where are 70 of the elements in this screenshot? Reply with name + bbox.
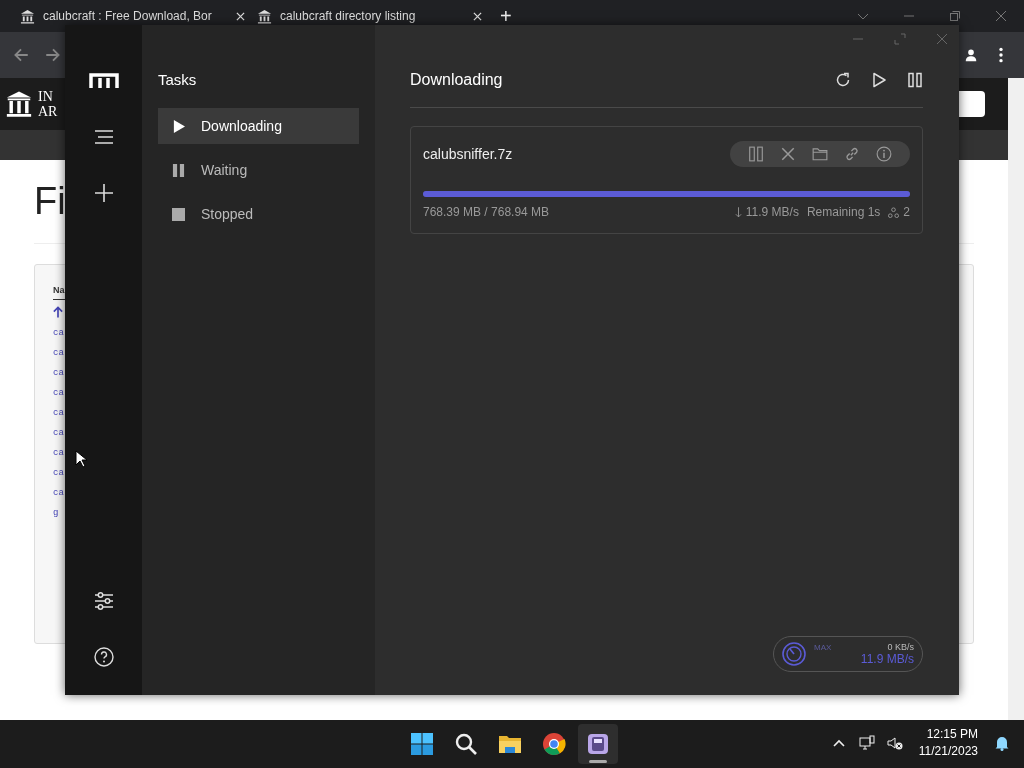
refresh-icon[interactable]	[835, 72, 851, 88]
file-link[interactable]: g	[53, 503, 59, 523]
app-icon	[586, 732, 610, 756]
pillars-icon	[6, 89, 32, 119]
file-link[interactable]: ca	[53, 323, 64, 343]
search-icon	[454, 732, 478, 756]
pause-icon[interactable]	[907, 72, 923, 88]
pillars-icon	[257, 8, 272, 24]
settings-icon[interactable]	[93, 591, 114, 611]
file-name: calubsniffer.7z	[423, 146, 513, 162]
down-arrow-icon	[734, 206, 742, 218]
windows-logo-icon	[410, 732, 434, 756]
network-icon[interactable]	[858, 735, 875, 751]
pillars-icon	[20, 8, 35, 24]
task-card[interactable]: calubsniffer.7z 768.39 MB / 768.94 MB 11.9 MB/s Remaining 1s 2	[410, 126, 923, 234]
up-arrow-icon[interactable]	[53, 306, 63, 319]
restore-icon[interactable]	[949, 10, 961, 22]
back-arrow-icon[interactable]	[12, 46, 30, 64]
progress-text: 768.39 MB / 768.94 MB	[423, 205, 550, 219]
help-icon[interactable]	[93, 647, 114, 667]
time-text: 12:15 PM	[926, 726, 978, 743]
nav-item[interactable]: Stopped	[158, 196, 359, 232]
upload-speed: 0 KB/s	[887, 642, 914, 652]
site-logo-text: IN	[38, 89, 53, 104]
mouse-cursor-icon	[75, 450, 87, 468]
list-title: Downloading	[410, 71, 503, 89]
nav-item[interactable]: Waiting	[158, 152, 359, 188]
connections-icon	[888, 206, 900, 218]
file-link[interactable]: ca	[53, 363, 64, 383]
app-logo-icon	[88, 73, 119, 89]
file-link[interactable]: ca	[53, 423, 64, 443]
link-icon[interactable]	[844, 146, 860, 162]
folder-icon[interactable]	[812, 146, 828, 162]
browser-tab[interactable]: calubcraft directory listing	[251, 8, 488, 24]
meter-label: MAX	[814, 643, 832, 652]
taskbar-app[interactable]	[578, 724, 618, 764]
gauge-icon	[782, 642, 806, 666]
date-text: 11/21/2023	[918, 743, 978, 760]
nav-item[interactable]: Downloading	[158, 108, 359, 144]
browser-tab[interactable]: calubcraft : Free Download, Bor	[14, 8, 251, 24]
column-header: Na	[53, 285, 65, 300]
browser-logo-icon	[542, 732, 566, 756]
profile-icon[interactable]	[964, 48, 978, 62]
pause-icon	[172, 163, 185, 177]
panel-title: Tasks	[158, 71, 198, 88]
plus-icon[interactable]	[93, 183, 114, 203]
active-indicator	[589, 760, 607, 763]
forward-arrow-icon[interactable]	[44, 46, 62, 64]
file-link[interactable]: ca	[53, 443, 64, 463]
file-link[interactable]: ca	[53, 343, 64, 363]
stop-icon	[172, 207, 185, 221]
info-icon[interactable]	[876, 146, 892, 162]
search-field[interactable]	[959, 91, 985, 117]
remaining-text: Remaining 1s	[806, 205, 881, 219]
menu-icon[interactable]	[93, 127, 114, 147]
clock[interactable]: 12:15 PM 11/21/2023	[918, 726, 978, 760]
bell-icon[interactable]	[994, 735, 1010, 751]
site-logo-text: AR	[38, 104, 58, 119]
download-speed: 11.9 MB/s	[860, 652, 914, 666]
scrollbar[interactable]	[1008, 78, 1024, 720]
file-link[interactable]: ca	[53, 463, 64, 483]
new-tab-button[interactable]: +	[496, 4, 516, 28]
file-link[interactable]: ca	[53, 483, 64, 503]
speed-text: 11.9 MB/s	[745, 205, 799, 219]
play-icon	[172, 119, 185, 133]
muted-speaker-icon[interactable]	[886, 735, 903, 751]
file-link[interactable]: ca	[53, 383, 64, 403]
play-icon[interactable]	[871, 72, 887, 88]
connections-count: 2	[903, 205, 910, 219]
file-link[interactable]: ca	[53, 403, 64, 423]
